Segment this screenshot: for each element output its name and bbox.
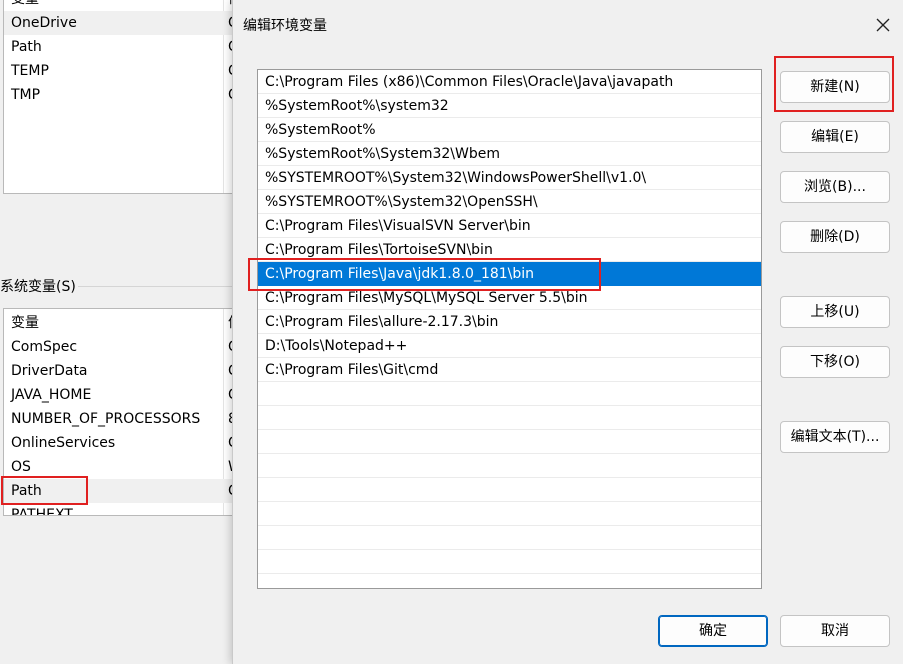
- variable-name: ComSpec: [11, 339, 78, 355]
- table-row[interactable]: NUMBER_OF_PROCESSORS8: [4, 407, 234, 431]
- empty-path-row[interactable]: [258, 502, 761, 526]
- path-entry[interactable]: C:\Program Files\allure-2.17.3\bin: [258, 310, 761, 334]
- group-separator: [78, 286, 232, 287]
- browse-button[interactable]: 浏览(B)...: [780, 171, 890, 203]
- cancel-button[interactable]: 取消: [780, 615, 890, 647]
- table-row[interactable]: TEMPC: [4, 59, 234, 83]
- path-entry[interactable]: C:\Program Files\Git\cmd: [258, 358, 761, 382]
- path-entry[interactable]: C:\Program Files\VisualSVN Server\bin: [258, 214, 761, 238]
- empty-path-row[interactable]: [258, 478, 761, 502]
- table-row[interactable]: TMPC: [4, 83, 234, 107]
- variable-name: NUMBER_OF_PROCESSORS: [11, 411, 201, 427]
- list-header[interactable]: 变量 值: [4, 311, 234, 335]
- empty-path-row[interactable]: [258, 382, 761, 406]
- path-entry[interactable]: C:\Program Files\TortoiseSVN\bin: [258, 238, 761, 262]
- variable-name: Path: [11, 39, 42, 55]
- variable-name: TMP: [11, 87, 41, 103]
- move-up-button[interactable]: 上移(U): [780, 296, 890, 328]
- dialog-title: 编辑环境变量: [243, 18, 327, 34]
- move-down-button[interactable]: 下移(O): [780, 346, 890, 378]
- variable-name: TEMP: [11, 63, 49, 79]
- table-row[interactable]: OnlineServicesC: [4, 431, 234, 455]
- edit-button[interactable]: 编辑(E): [780, 121, 890, 153]
- variable-name: DriverData: [11, 363, 88, 379]
- path-entry[interactable]: D:\Tools\Notepad++: [258, 334, 761, 358]
- delete-button[interactable]: 删除(D): [780, 221, 890, 253]
- variable-name: Path: [11, 483, 42, 499]
- close-icon: [876, 18, 890, 32]
- path-entry[interactable]: C:\Program Files\MySQL\MySQL Server 5.5\…: [258, 286, 761, 310]
- table-row[interactable]: JAVA_HOMEC: [4, 383, 234, 407]
- user-variables-list[interactable]: 变量 值 OneDriveCPathCTEMPCTMPC: [3, 0, 235, 194]
- system-variables-label: 系统变量(S): [0, 279, 76, 295]
- path-entry[interactable]: %SYSTEMROOT%\System32\OpenSSH\: [258, 190, 761, 214]
- table-row[interactable]: PathC: [4, 35, 234, 59]
- table-row[interactable]: OSW: [4, 455, 234, 479]
- list-header[interactable]: 变量 值: [4, 0, 234, 11]
- ok-button[interactable]: 确定: [658, 615, 768, 647]
- edit-text-button[interactable]: 编辑文本(T)...: [780, 421, 890, 453]
- header-variable: 变量: [11, 0, 39, 11]
- empty-path-row[interactable]: [258, 550, 761, 574]
- title-bar: 编辑环境变量: [233, 0, 903, 52]
- variable-name: PATHEXT: [11, 507, 73, 516]
- table-row[interactable]: ComSpecC: [4, 335, 234, 359]
- edit-environment-variable-dialog: 编辑环境变量 C:\Program Files (x86)\Common Fil…: [232, 0, 903, 664]
- path-entry-selected[interactable]: C:\Program Files\Java\jdk1.8.0_181\bin: [258, 262, 761, 286]
- new-button[interactable]: 新建(N): [780, 71, 890, 103]
- system-variables-list[interactable]: 变量 值 ComSpecCDriverDataCJAVA_HOMECNUMBER…: [3, 308, 235, 516]
- path-entry[interactable]: C:\Program Files (x86)\Common Files\Orac…: [258, 70, 761, 94]
- variable-name: OnlineServices: [11, 435, 116, 451]
- header-variable: 变量: [11, 315, 39, 331]
- table-row[interactable]: DriverDataC: [4, 359, 234, 383]
- path-entry[interactable]: %SystemRoot%: [258, 118, 761, 142]
- table-row[interactable]: PathC: [4, 479, 234, 503]
- variable-name: OS: [11, 459, 31, 475]
- empty-path-row[interactable]: [258, 406, 761, 430]
- path-entries-list[interactable]: C:\Program Files (x86)\Common Files\Orac…: [257, 69, 762, 589]
- variable-name: OneDrive: [11, 15, 77, 31]
- variable-name: JAVA_HOME: [11, 387, 92, 403]
- path-entry[interactable]: %SystemRoot%\system32: [258, 94, 761, 118]
- empty-path-row[interactable]: [258, 430, 761, 454]
- table-row[interactable]: PATHEXT: [4, 503, 234, 516]
- path-entry[interactable]: %SystemRoot%\System32\Wbem: [258, 142, 761, 166]
- table-row[interactable]: OneDriveC: [4, 11, 234, 35]
- empty-path-row[interactable]: [258, 526, 761, 550]
- close-button[interactable]: [868, 10, 898, 40]
- empty-path-row[interactable]: [258, 454, 761, 478]
- path-entry[interactable]: %SYSTEMROOT%\System32\WindowsPowerShell\…: [258, 166, 761, 190]
